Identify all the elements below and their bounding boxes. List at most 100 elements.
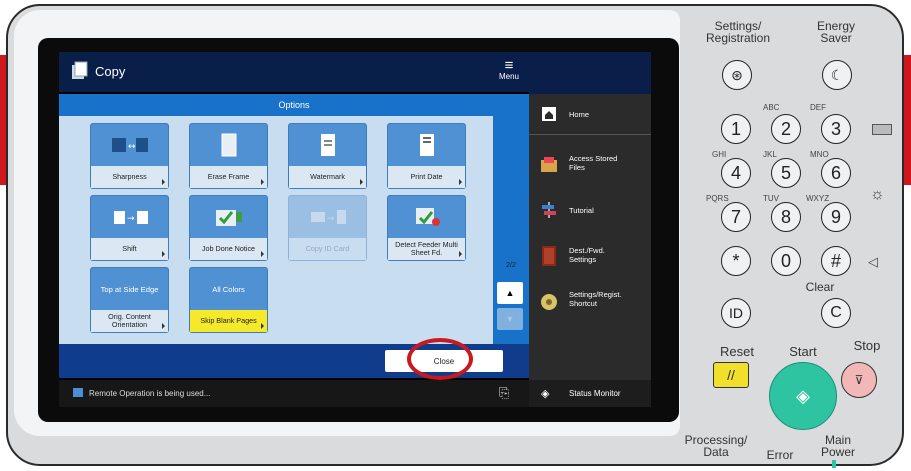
start-icon: ◈: [796, 385, 810, 406]
clear-label: Clear: [805, 280, 835, 294]
energy-saver-button[interactable]: ☾: [822, 60, 852, 90]
job-done-notice-icon: [190, 196, 267, 238]
tile-shift[interactable]: → Shift: [91, 196, 168, 260]
tile-copy-id-card: → Copy ID Card: [289, 196, 366, 260]
submenu-arrow-icon: [459, 179, 462, 185]
stop-label: Stop: [853, 338, 881, 353]
brightness-icon: ☼: [870, 186, 885, 203]
tile-label: Job Done Notice: [190, 238, 267, 260]
tile-print-date[interactable]: Print Date: [388, 124, 465, 188]
status-text: Remote Operation is being used...: [89, 389, 211, 398]
sharpness-icon: ↔: [91, 124, 168, 166]
stop-button[interactable]: ⊽: [841, 362, 877, 398]
reset-button[interactable]: //: [713, 362, 749, 388]
status-monitor-label: Status Monitor: [569, 389, 621, 398]
main-power-indicator: [832, 460, 836, 468]
tile-skip-blank-pages[interactable]: All Colors Skip Blank Pages: [190, 268, 267, 332]
submenu-arrow-icon: [162, 323, 165, 329]
energy-saver-label: Energy Saver: [816, 19, 856, 45]
key-2[interactable]: 2: [771, 114, 801, 144]
submenu-arrow-icon: [261, 251, 264, 257]
scroll-column: ▲ ▼: [493, 116, 529, 344]
tutorial-button[interactable]: Tutorial: [529, 192, 651, 232]
tutorial-icon: [539, 200, 559, 220]
shift-icon: →: [91, 196, 168, 238]
stored-files-icon: [539, 154, 559, 174]
processing-data-label: Processing/ Data: [684, 433, 748, 459]
key-letters-abc: ABC: [763, 103, 780, 112]
resize-corner-icon: ⌟: [491, 360, 496, 371]
detect-feeder-icon: [388, 196, 465, 238]
page-indicator: 2/2: [506, 262, 516, 269]
key-letters-def: DEF: [810, 103, 826, 112]
id-button[interactable]: ID: [721, 298, 751, 328]
options-header: Options: [59, 94, 529, 116]
key-5[interactable]: 5: [771, 158, 801, 188]
key-9[interactable]: 9: [821, 202, 851, 232]
home-icon: [539, 104, 559, 124]
key-1[interactable]: 1: [721, 114, 751, 144]
key-letters-tuv: TUV: [763, 194, 779, 203]
settings-shortcut-icon: [539, 292, 559, 312]
copy-id-card-icon: →: [289, 196, 366, 238]
tile-current-value: All Colors: [212, 284, 245, 294]
settings-registration-button[interactable]: ⊛: [722, 60, 752, 90]
key-6[interactable]: 6: [821, 158, 851, 188]
tile-orig-content-orientation[interactable]: Top at Side Edge Orig. Content Orientati…: [91, 268, 168, 332]
key-3[interactable]: 3: [821, 114, 851, 144]
tile-label: Copy ID Card: [289, 238, 366, 260]
watermark-icon: [289, 124, 366, 166]
key-4[interactable]: 4: [721, 158, 751, 188]
access-stored-files-button[interactable]: Access Stored Files: [529, 142, 651, 186]
tile-label: Orig. Content Orientation: [91, 310, 168, 332]
tile-label: Shift: [91, 238, 168, 260]
tile-job-done-notice[interactable]: Job Done Notice: [190, 196, 267, 260]
key-0[interactable]: 0: [771, 246, 801, 276]
start-button[interactable]: ◈: [769, 362, 837, 430]
key-asterisk[interactable]: *: [721, 246, 751, 276]
scroll-up-button[interactable]: ▲: [497, 282, 523, 304]
home-button[interactable]: [529, 52, 651, 94]
print-date-icon: [388, 124, 465, 166]
home-button[interactable]: Home: [529, 94, 651, 134]
copy-app-icon: [69, 61, 89, 81]
erase-frame-icon: [190, 124, 267, 166]
tile-erase-frame[interactable]: Erase Frame: [190, 124, 267, 188]
settings-regist-shortcut-button[interactable]: Settings/Regist. Shortcut: [529, 284, 651, 328]
tile-current-value: Top at Side Edge: [100, 284, 159, 294]
dest-fwd-settings-label: Dest./Fwd. Settings: [569, 246, 605, 264]
status-bar: Remote Operation is being used... ⎘: [59, 380, 529, 407]
touch-screen: Copy ≡ Menu Options ↔ Sharpness Erase Fr…: [59, 52, 651, 407]
svg-text:↔: ↔: [128, 142, 136, 152]
highlight-circle-annotation: [407, 338, 473, 380]
svg-text:→: →: [127, 214, 135, 224]
address-book-icon: [539, 246, 559, 266]
key-hash[interactable]: #: [821, 246, 851, 276]
tutorial-label: Tutorial: [569, 206, 594, 215]
home-side-panel: Home Access Stored Files Tutorial Dest./…: [529, 52, 651, 407]
remote-ui-icon[interactable]: ⎘: [499, 385, 509, 401]
remote-operation-icon: [73, 388, 83, 397]
key-7[interactable]: 7: [721, 202, 751, 232]
submenu-arrow-icon: [162, 179, 165, 185]
divider: [529, 134, 651, 135]
main-power-label: Main Power: [820, 433, 855, 459]
status-monitor-button[interactable]: ◈ Status Monitor: [529, 380, 651, 407]
submenu-arrow-icon: [261, 323, 264, 329]
home-label: Home: [569, 110, 590, 119]
tile-watermark[interactable]: Watermark: [289, 124, 366, 188]
key-8[interactable]: 8: [771, 202, 801, 232]
access-stored-files-label: Access Stored Files: [569, 154, 618, 172]
submenu-arrow-icon: [261, 179, 264, 185]
tile-sharpness[interactable]: ↔ Sharpness: [91, 124, 168, 188]
dest-fwd-settings-button[interactable]: Dest./Fwd. Settings: [529, 236, 651, 280]
menu-button[interactable]: ≡ Menu: [497, 58, 521, 81]
tile-label: Erase Frame: [190, 166, 267, 188]
tile-detect-feeder[interactable]: Detect Feeder Multi Sheet Fd.: [388, 196, 465, 260]
key-letters-mno: MNO: [810, 150, 829, 159]
start-label: Start: [789, 344, 817, 359]
svg-text:→: →: [327, 214, 335, 224]
tile-label: Sharpness: [91, 166, 168, 188]
clear-button[interactable]: C: [821, 298, 851, 328]
key-letters-pqrs: PQRS: [706, 194, 729, 203]
